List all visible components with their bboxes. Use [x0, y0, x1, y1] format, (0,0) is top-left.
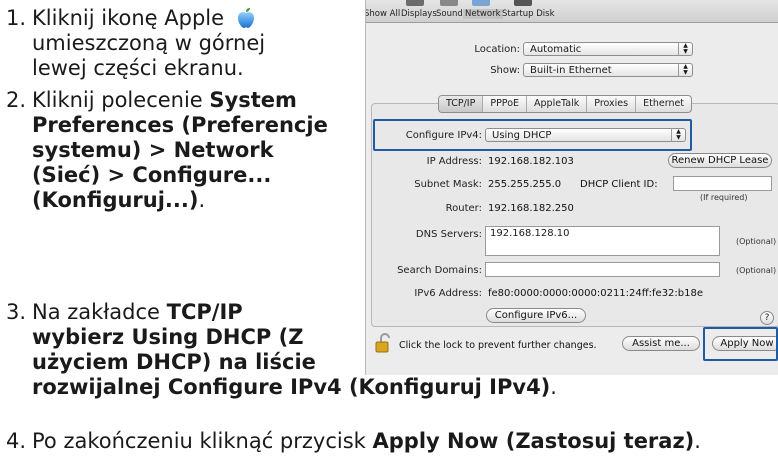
configure-ipv4-highlight — [373, 119, 692, 151]
search-domains-label: Search Domains: — [397, 265, 482, 276]
step-text-bold: wybierz Using DHCP (Z — [32, 325, 304, 349]
step-number: 4. — [6, 429, 27, 453]
subnet-mask-label: Subnet Mask: — [414, 179, 482, 190]
tab-pppoe[interactable]: PPPoE — [483, 96, 528, 112]
search-domains-field[interactable] — [485, 262, 720, 277]
step-number: 3. — [6, 300, 27, 324]
dhcp-client-id-hint: (If required) — [700, 193, 748, 202]
step-number: 1. — [6, 6, 27, 30]
ip-address-label: IP Address: — [426, 156, 482, 167]
step-text: Kliknij polecenie — [32, 88, 203, 112]
step-text-bold: TCP/IP — [166, 300, 243, 324]
ipv6-address-value: fe80:0000:0000:0000:0211:24ff:fe32:b18e — [488, 288, 704, 299]
step-text: Po zakończeniu kliknąć przycisk — [32, 429, 366, 453]
step-text-bold: Apply Now (Zastosuj teraz) — [372, 429, 695, 453]
tab-proxies[interactable]: Proxies — [587, 96, 637, 112]
tab-ethernet[interactable]: Ethernet — [636, 96, 691, 112]
step-text-bold: użyciem DHCP) na liście — [32, 350, 316, 374]
router-label: Router: — [445, 203, 482, 214]
lock-message: Click the lock to prevent further change… — [399, 340, 597, 351]
subnet-mask-value: 255.255.255.0 — [488, 179, 562, 190]
toolbar-sound[interactable]: Sound — [436, 9, 463, 19]
apple-logo-icon — [237, 8, 254, 28]
router-value: 192.168.182.250 — [488, 203, 574, 214]
settings-tabs: TCP/IP PPPoE AppleTalk Proxies Ethernet — [438, 95, 693, 113]
ip-address-value: 192.168.182.103 — [488, 156, 574, 167]
lock-icon[interactable] — [375, 333, 393, 353]
tab-appletalk[interactable]: AppleTalk — [527, 96, 588, 112]
popup-arrows-icon: ▲ ▼ — [678, 42, 692, 56]
preferences-toolbar: Show All Displays Sound Network Startup … — [366, 0, 778, 23]
location-label: Location: — [474, 44, 520, 55]
show-value: Built-in Ethernet — [530, 65, 612, 76]
search-domains-optional-hint: (Optional) — [736, 266, 777, 275]
ipv6-address-label: IPv6 Address: — [414, 288, 482, 299]
step-text: . — [550, 375, 557, 399]
sound-icon — [440, 0, 458, 6]
toolbar-displays[interactable]: Displays — [401, 9, 437, 19]
step-text-bold: System — [209, 88, 297, 112]
network-icon — [472, 0, 490, 6]
step-text: . — [198, 188, 206, 212]
step-text-bold: (Sieć) > Configure... — [32, 163, 272, 187]
show-popup[interactable]: Built-in Ethernet ▲ ▼ — [523, 63, 693, 77]
dns-optional-hint: (Optional) — [736, 237, 777, 246]
step-text-bold: systemu) > Network — [32, 138, 274, 162]
step-text: Kliknij ikonę Apple — [32, 6, 225, 30]
step-text-bold: (Konfiguruj...) — [32, 188, 199, 212]
help-icon[interactable]: ? — [760, 311, 774, 325]
location-popup[interactable]: Automatic ▲ ▼ — [523, 42, 693, 56]
dns-servers-label: DNS Servers: — [415, 229, 482, 240]
step-text: umieszczoną w górnej — [32, 31, 266, 55]
dhcp-client-id-label: DHCP Client ID: — [580, 179, 658, 190]
dhcp-client-id-field[interactable] — [673, 176, 772, 191]
popup-arrows-icon: ▲ ▼ — [678, 63, 692, 77]
step-number: 2. — [6, 88, 27, 112]
assist-me-button[interactable]: Assist me... — [622, 336, 700, 351]
apply-now-highlight — [703, 327, 778, 361]
step-text: lewej części ekranu. — [32, 56, 244, 80]
toolbar-network[interactable]: Network — [463, 9, 503, 19]
show-label: Show: — [490, 65, 520, 76]
tab-tcpip[interactable]: TCP/IP — [439, 96, 484, 112]
step-text-bold: Preferences (Preferencje — [32, 113, 328, 137]
configure-ipv6-button[interactable]: Configure IPv6... — [486, 308, 586, 323]
location-value: Automatic — [530, 44, 582, 55]
renew-dhcp-lease-button[interactable]: Renew DHCP Lease — [668, 153, 772, 168]
step-text: . — [694, 429, 701, 453]
step-text: Na zakładce — [32, 300, 160, 324]
displays-icon — [406, 0, 424, 6]
toolbar-startup-disk[interactable]: Startup Disk — [502, 9, 555, 19]
step-text-bold: rozwijalnej Configure IPv4 (Konfiguruj I… — [32, 375, 551, 399]
dns-servers-field[interactable]: 192.168.128.10 — [485, 226, 720, 256]
startup-disk-icon — [514, 0, 532, 6]
toolbar-show-all[interactable]: Show All — [366, 9, 400, 19]
dns-servers-value: 192.168.128.10 — [490, 228, 570, 239]
